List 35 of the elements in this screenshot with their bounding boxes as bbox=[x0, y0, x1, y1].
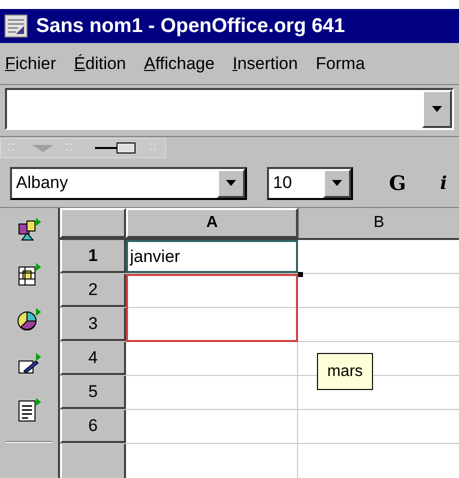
menu-item[interactable]: Affichage bbox=[144, 50, 215, 76]
row-header[interactable]: 1 bbox=[60, 240, 126, 273]
column-header[interactable]: B bbox=[298, 208, 459, 238]
column-header[interactable]: A bbox=[126, 208, 298, 238]
dropdown-arrow-icon bbox=[332, 180, 342, 186]
row-header[interactable]: 2 bbox=[60, 274, 126, 307]
row-header[interactable]: 6 bbox=[60, 410, 126, 443]
row-header[interactable] bbox=[60, 444, 126, 478]
italic-button[interactable]: i bbox=[440, 170, 447, 196]
dropdown-arrow-icon bbox=[226, 180, 236, 186]
font-name-field[interactable]: Albany bbox=[10, 166, 247, 200]
window-title: Sans nom1 - OpenOffice.org 641 bbox=[36, 14, 345, 39]
font-size: 10 bbox=[272, 172, 292, 194]
corner-cell[interactable] bbox=[60, 208, 126, 238]
row-header[interactable]: 4 bbox=[60, 342, 126, 375]
fill-handle-icon[interactable] bbox=[298, 272, 303, 277]
document-icon[interactable] bbox=[16, 396, 42, 424]
row-header[interactable]: 3 bbox=[60, 308, 126, 341]
toolbar-handle-icon[interactable] bbox=[0, 138, 166, 158]
table-cell: janvier bbox=[126, 240, 298, 273]
comment-note: mars bbox=[317, 353, 373, 390]
input-field[interactable] bbox=[5, 88, 454, 130]
bold-button[interactable]: G bbox=[389, 168, 406, 198]
menu-item[interactable]: Forma bbox=[316, 50, 365, 76]
row-header[interactable]: 5 bbox=[60, 376, 126, 409]
dropdown-button[interactable] bbox=[422, 90, 452, 128]
font-size-field[interactable]: 10 bbox=[267, 166, 353, 200]
menu-item[interactable]: Édition bbox=[74, 50, 126, 76]
menu-item[interactable]: Fichier bbox=[5, 50, 56, 76]
menu-item[interactable]: Insertion bbox=[232, 50, 298, 76]
dropdown-arrow-icon bbox=[432, 106, 442, 112]
dropdown-button[interactable] bbox=[217, 168, 245, 198]
spreadsheet-icon bbox=[4, 14, 28, 38]
dropdown-button[interactable] bbox=[323, 168, 351, 198]
font-name: Albany bbox=[15, 172, 68, 194]
